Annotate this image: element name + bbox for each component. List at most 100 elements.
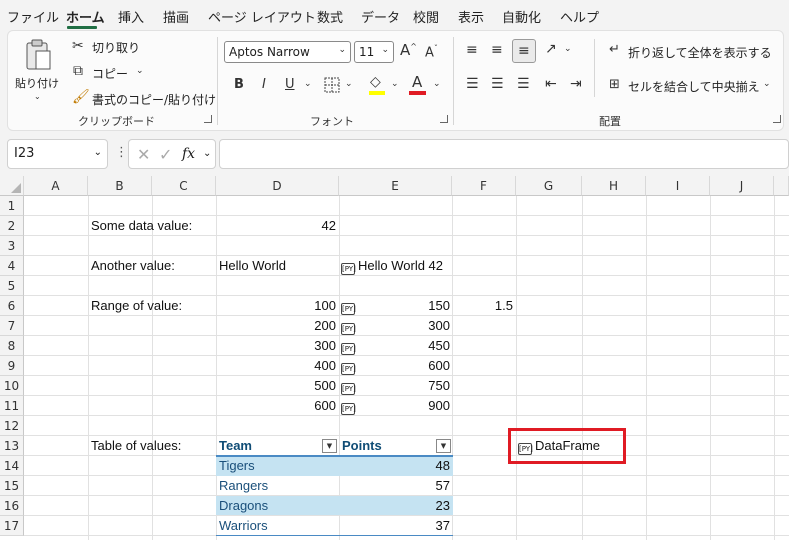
cut-button[interactable]: 切り取り xyxy=(92,39,140,56)
menu-help[interactable]: ヘルプ xyxy=(560,7,599,26)
fill-color-icon[interactable]: ◇ xyxy=(370,75,381,89)
select-all-corner[interactable] xyxy=(0,176,24,196)
cell-e7[interactable]: [PY] 300 xyxy=(341,316,450,336)
formula-input[interactable] xyxy=(219,139,789,169)
menu-draw[interactable]: 描画 xyxy=(163,7,189,26)
row-header-4[interactable]: 4 xyxy=(0,256,24,276)
cell-e11[interactable]: [PY] 900 xyxy=(341,396,450,416)
cell-d10[interactable]: 500 xyxy=(216,376,336,396)
row-header-7[interactable]: 7 xyxy=(0,316,24,336)
font-name-combo[interactable]: Aptos Narrow ⌄ xyxy=(224,41,351,63)
row-header-9[interactable]: 9 xyxy=(0,356,24,376)
row-header-14[interactable]: 14 xyxy=(0,456,24,476)
cancel-icon[interactable]: ✕ xyxy=(137,145,150,164)
merge-center-button[interactable]: セルを結合して中央揃え xyxy=(628,78,760,95)
row-header-5[interactable]: 5 xyxy=(0,276,24,296)
filter-dropdown-icon[interactable]: ▼ xyxy=(436,439,451,453)
align-bottom-button[interactable]: ≡ xyxy=(512,39,536,63)
menu-page-layout[interactable]: ページ レイアウト xyxy=(208,7,316,26)
table-cell-points[interactable]: 37 xyxy=(342,516,450,536)
table-cell-team[interactable]: Warriors xyxy=(219,516,268,536)
insert-function-icon[interactable]: fx xyxy=(182,146,195,162)
row-header-2[interactable]: 2 xyxy=(0,216,24,236)
chevron-down-icon[interactable]: ⌄ xyxy=(304,80,312,89)
filter-dropdown-icon[interactable]: ▼ xyxy=(322,439,337,453)
name-box[interactable]: I23 ⌄ xyxy=(7,139,108,169)
cell-d6[interactable]: 100 xyxy=(216,296,336,316)
row-header-8[interactable]: 8 xyxy=(0,336,24,356)
row-header-3[interactable]: 3 xyxy=(0,236,24,256)
column-header-d[interactable]: D xyxy=(216,176,339,196)
column-header-i[interactable]: I xyxy=(646,176,710,196)
cell-e10[interactable]: [PY] 750 xyxy=(341,376,450,396)
row-header-11[interactable]: 11 xyxy=(0,396,24,416)
font-color-icon[interactable]: A xyxy=(412,75,422,90)
align-right-icon[interactable]: ☰ xyxy=(517,77,530,91)
menu-insert[interactable]: 挿入 xyxy=(118,7,144,26)
cell-d8[interactable]: 300 xyxy=(216,336,336,356)
cell-e6[interactable]: [PY] 150 xyxy=(341,296,450,316)
menu-file[interactable]: ファイル xyxy=(7,7,59,26)
column-header-h[interactable]: H xyxy=(582,176,646,196)
table-header-points[interactable]: Points xyxy=(342,436,382,456)
cell-d9[interactable]: 400 xyxy=(216,356,336,376)
menu-automate[interactable]: 自動化 xyxy=(502,7,541,26)
bold-button[interactable]: B xyxy=(234,78,244,91)
cell-e8[interactable]: [PY] 450 xyxy=(341,336,450,356)
row-header-15[interactable]: 15 xyxy=(0,476,24,496)
row-header-10[interactable]: 10 xyxy=(0,376,24,396)
cell-b4[interactable]: Another value: xyxy=(91,256,175,276)
chevron-down-icon[interactable]: ⌄ xyxy=(136,67,144,76)
menu-data[interactable]: データ xyxy=(361,7,400,26)
column-header-g[interactable]: G xyxy=(516,176,582,196)
column-header-j[interactable]: J xyxy=(710,176,774,196)
align-left-icon[interactable]: ☰ xyxy=(466,77,479,91)
table-cell-points[interactable]: 23 xyxy=(342,496,450,516)
italic-button[interactable]: I xyxy=(262,78,266,91)
menu-formulas[interactable]: 数式 xyxy=(317,7,343,26)
cell-e9[interactable]: [PY] 600 xyxy=(341,356,450,376)
dialog-launcher-icon[interactable] xyxy=(440,115,448,123)
borders-icon[interactable] xyxy=(324,77,340,93)
chevron-down-icon[interactable]: ⌄ xyxy=(433,80,441,89)
cell-b13[interactable]: Table of values: xyxy=(91,436,181,456)
table-cell-team[interactable]: Rangers xyxy=(219,476,268,496)
cell-d2[interactable]: 42 xyxy=(216,216,336,236)
row-header-1[interactable]: 1 xyxy=(0,196,24,216)
cell-e4[interactable]: [PY] Hello World 42 xyxy=(341,256,443,276)
cell-b2[interactable]: Some data value: xyxy=(91,216,192,236)
dialog-launcher-icon[interactable] xyxy=(773,115,781,123)
dialog-launcher-icon[interactable] xyxy=(204,115,212,123)
font-size-combo[interactable]: 11 ⌄ xyxy=(354,41,394,63)
orientation-icon[interactable]: ↗ xyxy=(545,42,557,56)
menu-view[interactable]: 表示 xyxy=(458,7,484,26)
chevron-down-icon[interactable]: ⌄ xyxy=(391,80,399,89)
chevron-down-icon[interactable]: ⌄ xyxy=(345,80,353,89)
chevron-down-icon[interactable]: ⌄ xyxy=(203,148,211,159)
paste-button[interactable]: 貼り付け ⌄ xyxy=(15,37,60,107)
decrease-font-icon[interactable]: Aˇ xyxy=(425,45,438,60)
cell-d4[interactable]: Hello World xyxy=(219,256,286,276)
worksheet-grid[interactable]: A B C D E F G H I J 1 2 3 4 5 6 7 8 9 10… xyxy=(0,176,789,540)
align-center-icon[interactable]: ☰ xyxy=(491,77,504,91)
cell-b6[interactable]: Range of value: xyxy=(91,296,182,316)
column-header-e[interactable]: E xyxy=(339,176,452,196)
table-cell-team[interactable]: Tigers xyxy=(219,456,255,476)
align-middle-icon[interactable]: ≡ xyxy=(491,43,503,57)
row-header-16[interactable]: 16 xyxy=(0,496,24,516)
increase-indent-icon[interactable]: ⇥ xyxy=(570,77,582,91)
table-header-team[interactable]: Team xyxy=(219,436,252,456)
chevron-down-icon[interactable]: ⌄ xyxy=(763,80,771,89)
copy-button[interactable]: コピー xyxy=(92,65,128,82)
cell-d11[interactable]: 600 xyxy=(216,396,336,416)
column-header-f[interactable]: F xyxy=(452,176,516,196)
row-header-12[interactable]: 12 xyxy=(0,416,24,436)
table-cell-team[interactable]: Dragons xyxy=(219,496,268,516)
table-cell-points[interactable]: 57 xyxy=(342,476,450,496)
menu-review[interactable]: 校閲 xyxy=(413,7,439,26)
decrease-indent-icon[interactable]: ⇤ xyxy=(545,77,557,91)
row-header-17[interactable]: 17 xyxy=(0,516,24,536)
underline-button[interactable]: U xyxy=(285,78,295,91)
row-header-13[interactable]: 13 xyxy=(0,436,24,456)
column-header-a[interactable]: A xyxy=(24,176,88,196)
